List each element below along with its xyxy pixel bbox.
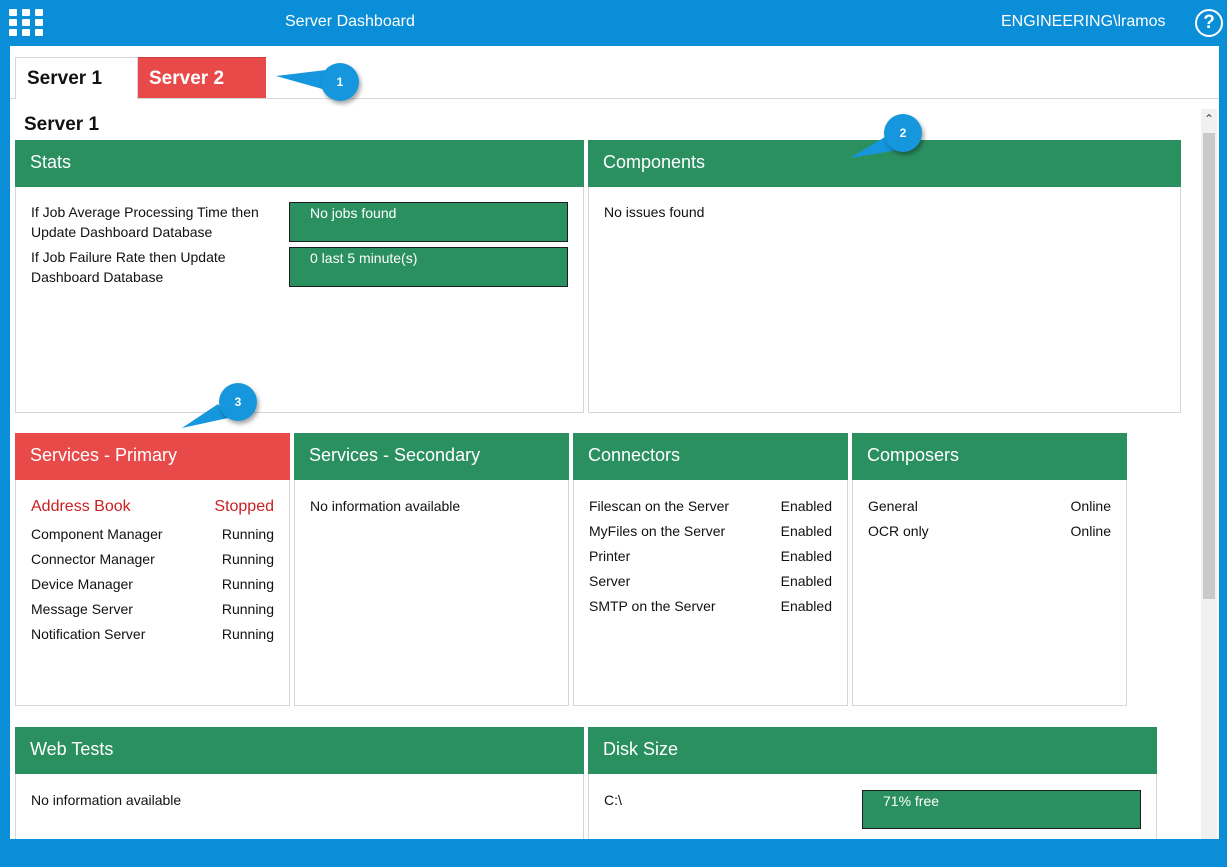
services-secondary-message: No information available — [310, 498, 461, 514]
top-bar: Server Dashboard ENGINEERING\lramos ? — [0, 0, 1227, 46]
list-item: MyFiles on the Server Enabled — [589, 523, 832, 539]
tab-server-2[interactable]: Server 2 — [138, 57, 266, 98]
user-name[interactable]: ENGINEERING\lramos — [1001, 13, 1165, 31]
scroll-thumb[interactable] — [1203, 133, 1215, 599]
service-name: Connector Manager — [31, 551, 155, 567]
service-name: Message Server — [31, 601, 133, 617]
connector-name: Server — [589, 573, 631, 589]
web-tests-message: No information available — [31, 792, 182, 808]
service-status: Running — [221, 576, 274, 592]
service-name: Component Manager — [31, 526, 163, 542]
connector-status: Enabled — [780, 598, 832, 614]
stat-value-box: 0 last 5 minute(s) — [289, 247, 568, 287]
composers-header: Composers — [852, 433, 1127, 480]
services-secondary-panel: Services - Secondary No information avai… — [294, 433, 569, 706]
connector-status: Enabled — [780, 523, 832, 539]
disk-drive-label: C:\ — [604, 792, 622, 808]
components-message: No issues found — [604, 204, 705, 220]
connector-status: Enabled — [780, 498, 832, 514]
frame-right — [1219, 46, 1227, 839]
stats-panel: Stats If Job Average Processing Time the… — [15, 140, 584, 413]
service-status: Running — [221, 551, 274, 567]
callout-2: 2 — [884, 114, 922, 152]
service-name: Device Manager — [31, 576, 133, 592]
connector-name: MyFiles on the Server — [589, 523, 726, 539]
stats-header: Stats — [15, 140, 584, 187]
list-item: General Online — [868, 498, 1111, 514]
web-tests-header: Web Tests — [15, 727, 584, 774]
help-icon[interactable]: ? — [1195, 9, 1223, 37]
scrollbar[interactable]: ⌃ — [1201, 109, 1217, 839]
stat-label: If Job Average Processing Time then Upda… — [31, 204, 259, 240]
connector-name: SMTP on the Server — [589, 598, 716, 614]
composer-name: General — [868, 498, 918, 514]
composers-panel: Composers General Online OCR only Online — [852, 433, 1127, 706]
list-item: Message Server Running — [31, 601, 274, 617]
disk-free-box: 71% free — [862, 790, 1141, 829]
list-item: SMTP on the Server Enabled — [589, 598, 832, 614]
callout-1: 1 — [321, 63, 359, 101]
app-title: Server Dashboard — [285, 13, 415, 30]
scroll-up-icon[interactable]: ⌃ — [1201, 111, 1217, 127]
list-item: Address Book Stopped — [31, 498, 274, 516]
list-item: OCR only Online — [868, 523, 1111, 539]
list-item: Printer Enabled — [589, 548, 832, 564]
service-status: Running — [221, 601, 274, 617]
callout-3: 3 — [219, 383, 257, 421]
tab-server-1[interactable]: Server 1 — [15, 57, 138, 99]
composer-status: Online — [1070, 498, 1111, 514]
list-item: Device Manager Running — [31, 576, 274, 592]
service-status: Stopped — [214, 498, 274, 515]
connector-status: Enabled — [780, 573, 832, 589]
page-title: Server 1 — [24, 114, 100, 135]
composer-status: Online — [1070, 523, 1111, 539]
list-item: Server Enabled — [589, 573, 832, 589]
connectors-panel: Connectors Filescan on the Server Enable… — [573, 433, 848, 706]
frame-left — [0, 46, 10, 839]
connectors-header: Connectors — [573, 433, 848, 480]
service-status: Running — [221, 626, 274, 642]
disk-size-header: Disk Size — [588, 727, 1157, 774]
app-grid-icon[interactable] — [9, 9, 43, 37]
connector-name: Printer — [589, 548, 631, 564]
components-panel: Components No issues found — [588, 140, 1181, 413]
list-item: Component Manager Running — [31, 526, 274, 542]
composer-name: OCR only — [868, 523, 929, 539]
services-primary-panel: Services - Primary Address Book Stopped … — [15, 433, 290, 706]
service-status: Running — [221, 526, 274, 542]
connector-status: Enabled — [780, 548, 832, 564]
stat-value-box: No jobs found — [289, 202, 568, 242]
service-name: Notification Server — [31, 626, 146, 642]
stat-label: If Job Failure Rate then Update Dashboar… — [31, 249, 226, 285]
list-item: Connector Manager Running — [31, 551, 274, 567]
services-secondary-header: Services - Secondary — [294, 433, 569, 480]
bottom-bar — [0, 839, 1227, 867]
service-name: Address Book — [31, 498, 131, 515]
list-item: Notification Server Running — [31, 626, 274, 642]
list-item: Filescan on the Server Enabled — [589, 498, 832, 514]
services-primary-header: Services - Primary — [15, 433, 290, 480]
connector-name: Filescan on the Server — [589, 498, 730, 514]
